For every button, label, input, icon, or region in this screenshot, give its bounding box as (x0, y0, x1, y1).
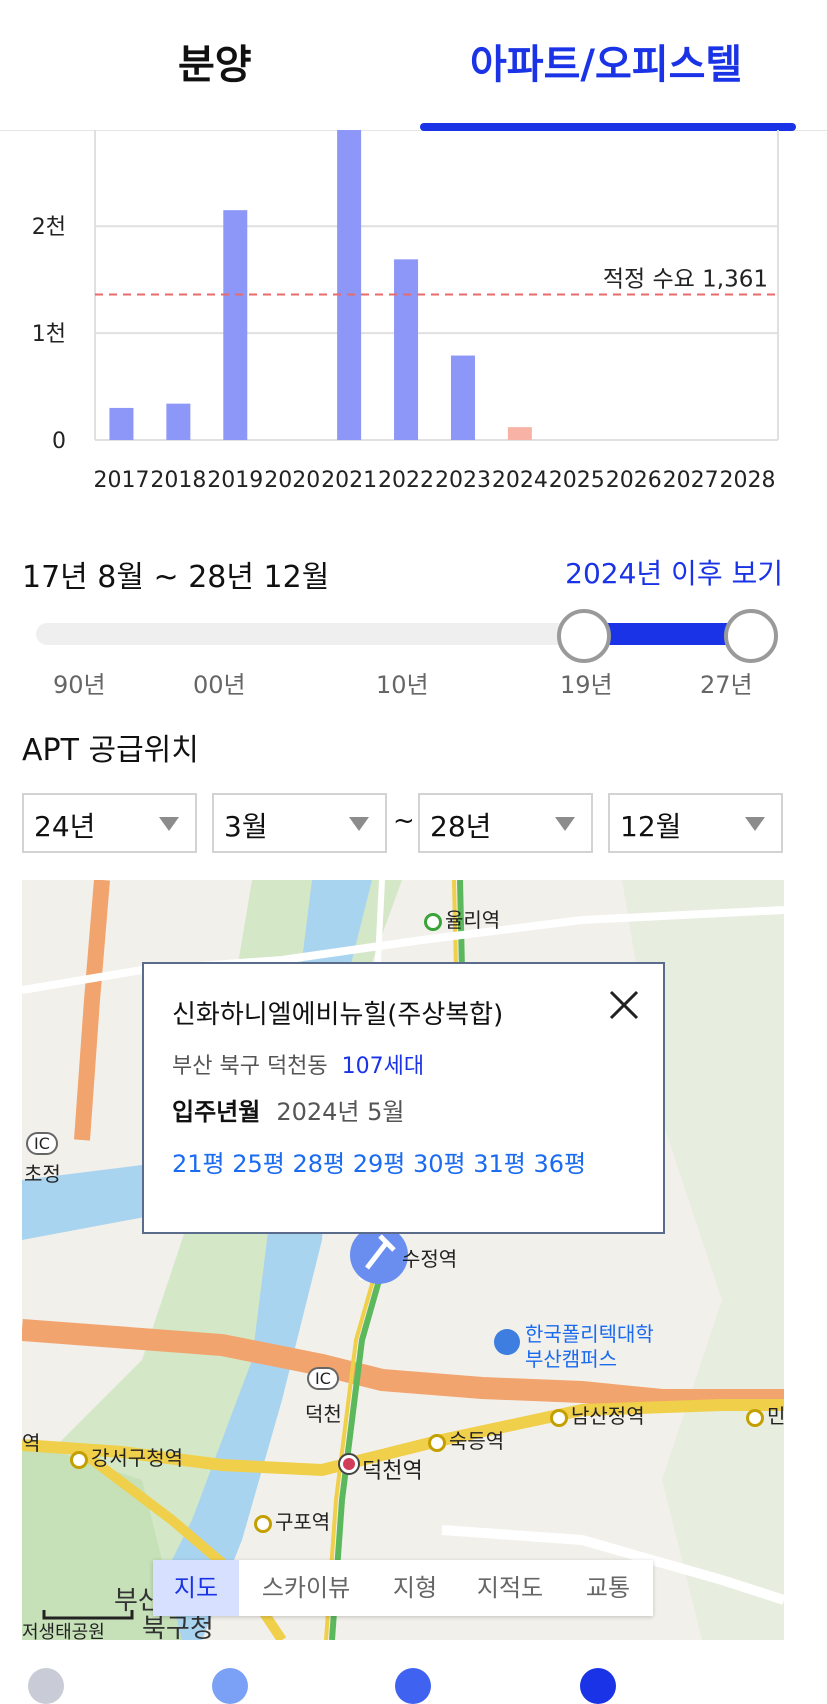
popup-address-line: 부산 북구 덕천동 107세대 (172, 1048, 424, 1080)
dropdown-arrow-icon (555, 817, 575, 831)
popup-units: 107세대 (341, 1054, 425, 1079)
map-label-gupo: 구포역 (254, 1506, 330, 1535)
slider-tick-label: 10년 (376, 671, 429, 699)
tab-bar: 분양 아파트/오피스텔 (0, 0, 827, 131)
chart-x-label: 2021 (321, 468, 377, 493)
chart-x-label: 2022 (378, 468, 434, 493)
view-after-2024-link[interactable]: 2024년 이후 보기 (565, 552, 783, 592)
slider-tick-label: 90년 (53, 671, 106, 699)
dropdown-arrow-icon (349, 817, 369, 831)
chart-x-label: 2026 (606, 468, 662, 493)
map-label-namsanjeong: 남산정역 (550, 1400, 645, 1429)
from-month-select[interactable]: 3월 (212, 793, 387, 853)
map-label-yeok: 역 (22, 1431, 41, 1455)
select-value: 24년 (34, 810, 96, 843)
chart-bar (166, 403, 191, 440)
chart-ytick-label: 1천 (32, 322, 66, 347)
chart-bar (223, 210, 248, 440)
from-year-select[interactable]: 24년 (22, 793, 197, 853)
chart-bar (394, 259, 419, 440)
select-value: 3월 (224, 810, 268, 843)
map-type-traffic[interactable]: 교통 (563, 1560, 653, 1616)
dropdown-arrow-icon (159, 817, 179, 831)
to-month-select[interactable]: 12월 (608, 793, 783, 853)
chart-x-label: 2027 (663, 468, 719, 493)
chart-x-label: 2019 (207, 468, 263, 493)
slider-tick-label: 19년 (560, 671, 613, 699)
chart-ytick-label: 0 (52, 429, 66, 454)
tab-apartment-officetel[interactable]: 아파트/오피스텔 (470, 32, 742, 90)
map-label-gangseo: 강서구청역 (70, 1442, 183, 1471)
to-year-select[interactable]: 28년 (418, 793, 593, 853)
range-text: 17년 8월 ~ 28년 12월 (22, 560, 330, 595)
popup-title: 신화하니엘에비뉴힐(주상복합) (172, 1000, 504, 1030)
map-type-map[interactable]: 지도 (153, 1560, 239, 1616)
bottom-dot[interactable] (580, 1668, 616, 1704)
range-end-handle[interactable] (724, 609, 778, 663)
popup-sizes[interactable]: 21평 25평 28평 29평 30평 31평 36평 (172, 1144, 586, 1179)
chart-x-label: 2017 (93, 468, 149, 493)
chart-x-label: 2028 (720, 468, 776, 493)
section-title: APT 공급위치 (22, 733, 199, 768)
supply-bar-chart: 01천2천2017 2018 2019 2020 2021 2022 2023 2024 202… (32, 130, 779, 493)
range-start-handle[interactable] (557, 609, 611, 663)
popup-address: 부산 북구 덕천동 (172, 1054, 328, 1079)
ic-badge: IC (307, 1367, 339, 1390)
chart-x-label: 2018 (150, 468, 206, 493)
apartment-info-popup: 신화하니엘에비뉴힐(주상복합) 부산 북구 덕천동 107세대 입주년월 2024년… (142, 962, 665, 1234)
bottom-dot[interactable] (212, 1668, 248, 1704)
bottom-dot[interactable] (395, 1668, 431, 1704)
chart-ytick-label: 2천 (32, 215, 66, 240)
range-separator: ~ (393, 806, 415, 836)
chart-bar (109, 407, 134, 440)
close-icon[interactable] (607, 988, 641, 1022)
dropdown-arrow-icon (745, 817, 765, 831)
slider-tick-label: 00년 (193, 671, 246, 699)
map-label-polytech-campus: 부산캠퍼스 (525, 1347, 617, 1371)
bottom-dot[interactable] (28, 1668, 64, 1704)
move-in-value: 2024년 5월 (276, 1098, 405, 1126)
select-value: 12월 (620, 810, 682, 843)
map-type-skyview[interactable]: 스카이뷰 (239, 1560, 373, 1616)
map-label-deokcheon: 덕천 (305, 1402, 342, 1426)
map-label-deokcheon-station: 덕천역 (362, 1459, 423, 1484)
map-label-yulli: 율리역 (424, 904, 500, 933)
tab-sale[interactable]: 분양 (178, 32, 252, 90)
chart-x-label: 2025 (549, 468, 605, 493)
chart-x-label: 2020 (264, 468, 320, 493)
chart-bar (507, 427, 532, 440)
ic-badge: IC (26, 1132, 58, 1155)
select-value: 28년 (430, 810, 492, 843)
chart-bar (450, 355, 475, 440)
chart-x-label: 2024 (492, 468, 548, 493)
map-label-chojeong: 초정 (24, 1162, 61, 1186)
map-label-min: 민 (746, 1400, 784, 1429)
chart-x-label: 2023 (435, 468, 491, 493)
move-in-label: 입주년월 (172, 1098, 261, 1126)
map-type-cadastral[interactable]: 지적도 (457, 1560, 563, 1616)
map-type-terrain[interactable]: 지형 (373, 1560, 457, 1616)
map-label-sukdeung: 숙등역 (428, 1425, 504, 1454)
chart-bar (337, 130, 362, 440)
popup-move-in: 입주년월 2024년 5월 (172, 1092, 404, 1127)
map-label-park: 저생태공원 (22, 1622, 105, 1640)
chart-reference-label: 적정 수요 1,361 (603, 267, 768, 293)
slider-tick-label: 27년 (700, 671, 753, 699)
map-type-switcher: 지도 스카이뷰 지형 지적도 교통 (153, 1560, 653, 1616)
map-label-sujeong: 수정역 (402, 1247, 458, 1271)
